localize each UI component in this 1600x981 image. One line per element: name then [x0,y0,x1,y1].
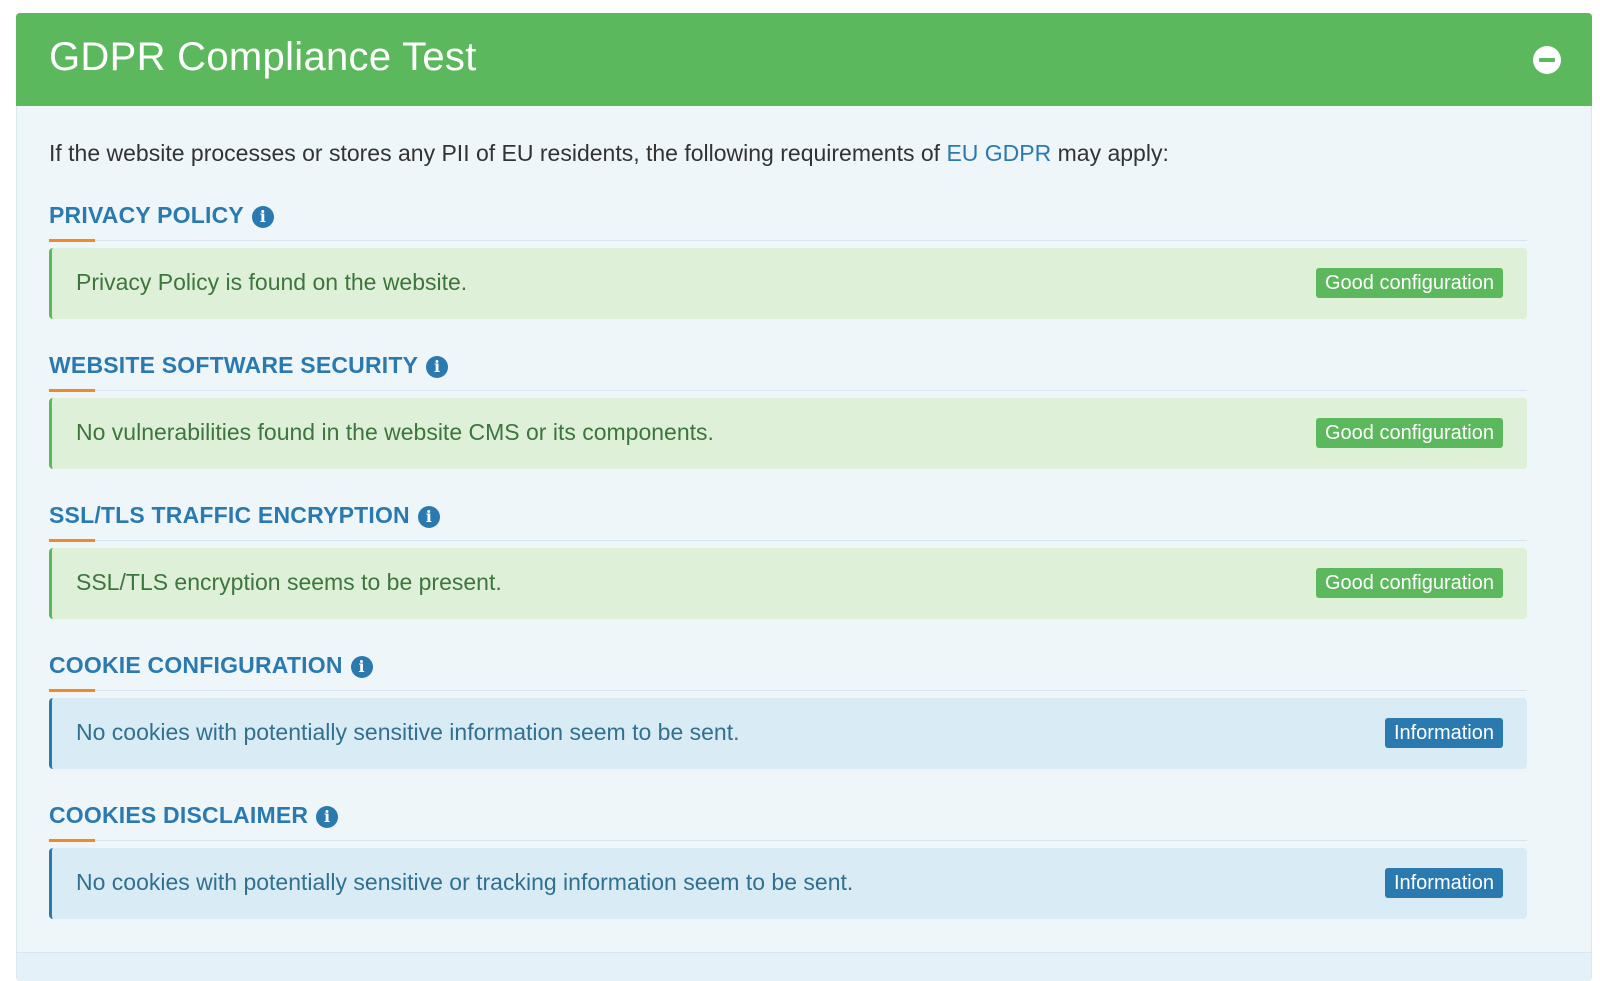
section-heading: COOKIES DISCLAIMER i [49,796,1527,842]
panel-footer-strip [17,952,1591,981]
section-title-text: COOKIE CONFIGURATION [49,652,343,678]
status-badge: Good configuration [1315,418,1503,448]
minus-circle-icon[interactable] [1533,46,1561,74]
result-box: No vulnerabilities found in the website … [49,398,1527,469]
status-badge: Good configuration [1315,568,1503,598]
status-badge: Information [1384,868,1503,898]
result-text: Privacy Policy is found on the website. [76,269,468,295]
section-heading: COOKIE CONFIGURATION i [49,646,1527,692]
section-cookie-configuration: COOKIE CONFIGURATION i No cookies with po… [49,646,1527,769]
section-ssl-tls-traffic-encryption: SSL/TLS TRAFFIC ENCRYPTION i SSL/TLS encr… [49,496,1527,619]
result-box: No cookies with potentially sensitive in… [49,698,1527,769]
section-title: SSL/TLS TRAFFIC ENCRYPTION i [49,502,440,529]
info-circle-icon[interactable]: i [350,656,373,678]
heading-underline [49,539,95,542]
panel-header: GDPR Compliance Test [16,13,1592,106]
heading-underline [49,239,95,242]
heading-underline [49,389,95,392]
result-text: No cookies with potentially sensitive in… [76,719,740,745]
section-title-text: WEBSITE SOFTWARE SECURITY [49,352,419,378]
panel-title: GDPR Compliance Test [49,35,477,79]
heading-underline [49,689,95,692]
info-circle-icon[interactable]: i [316,806,339,828]
status-badge: Good configuration [1315,268,1503,298]
result-text: No vulnerabilities found in the website … [76,419,714,445]
eu-gdpr-link[interactable]: EU GDPR [946,140,1051,166]
section-privacy-policy: PRIVACY POLICY i Privacy Policy is found … [49,196,1527,319]
section-heading: SSL/TLS TRAFFIC ENCRYPTION i [49,496,1527,542]
intro-text: If the website processes or stores any P… [49,140,1169,167]
result-box: No cookies with potentially sensitive or… [49,848,1527,919]
result-box: SSL/TLS encryption seems to be present. … [49,548,1527,619]
gdpr-compliance-panel: GDPR Compliance Test If the website proc… [16,13,1592,981]
section-title: PRIVACY POLICY i [49,202,274,229]
info-circle-icon[interactable]: i [426,356,449,378]
section-title-text: PRIVACY POLICY [49,202,244,228]
result-text: SSL/TLS encryption seems to be present. [76,569,502,595]
section-title-text: SSL/TLS TRAFFIC ENCRYPTION [49,502,410,528]
intro-text-before: If the website processes or stores any P… [49,140,947,166]
result-box: Privacy Policy is found on the website. … [49,248,1527,319]
info-circle-icon[interactable]: i [417,506,440,528]
section-title: COOKIES DISCLAIMER i [49,802,339,829]
status-badge: Information [1384,718,1503,748]
section-title: WEBSITE SOFTWARE SECURITY i [49,352,449,379]
heading-underline [49,839,95,842]
section-heading: WEBSITE SOFTWARE SECURITY i [49,346,1527,392]
section-title-text: COOKIES DISCLAIMER [49,802,309,828]
result-text: No cookies with potentially sensitive or… [76,869,854,895]
section-title: COOKIE CONFIGURATION i [49,652,373,679]
info-circle-icon[interactable]: i [251,206,274,228]
section-cookies-disclaimer: COOKIES DISCLAIMER i No cookies with pote… [49,796,1527,919]
section-website-software-security: WEBSITE SOFTWARE SECURITY i No vulnerabil… [49,346,1527,469]
section-heading: PRIVACY POLICY i [49,196,1527,242]
intro-text-after: may apply: [1051,140,1169,166]
